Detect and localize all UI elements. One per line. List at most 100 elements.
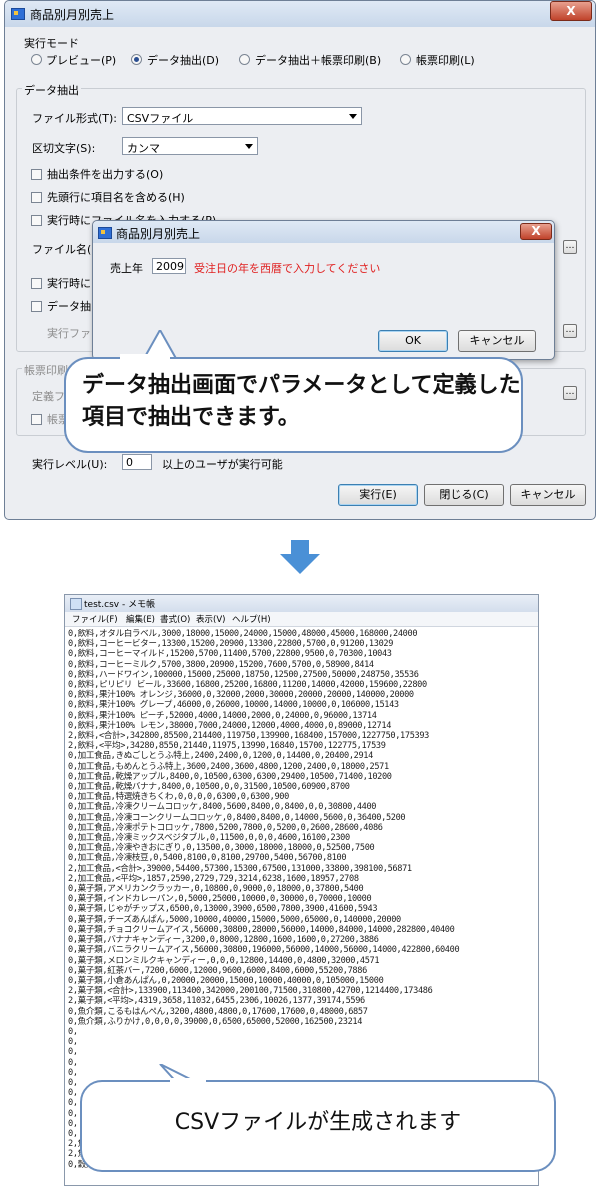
notepad-line: 0,菓子類,じゃがチップス,6500,0,13000,3900,6500,780… bbox=[68, 904, 378, 915]
run-time-checkbox[interactable] bbox=[31, 278, 42, 289]
notepad-line: 0,飲料,果汁100% オレンジ,36000,0,32000,2000,3000… bbox=[68, 690, 414, 701]
browse-run-file-button[interactable]: … bbox=[563, 324, 577, 338]
notepad-line: 2,菓子類,<合計>,133900,113400,342000,200100,7… bbox=[68, 986, 433, 997]
close-icon[interactable]: X bbox=[550, 1, 592, 21]
notepad-line: 0,菓子類,アメリカンクラッカー,0,10800,0,9000,0,18000,… bbox=[68, 884, 364, 895]
notepad-line: 0,飲料,果汁100% グレープ,46000,0,26000,10000,140… bbox=[68, 700, 399, 711]
callout-pointer-mask bbox=[120, 354, 170, 360]
file-format-select[interactable]: CSVファイル bbox=[122, 107, 362, 125]
notepad-line: 0,菓子類,インドカレーパン,0,5000,25000,10000,0,3000… bbox=[68, 894, 372, 905]
notepad-line: 0,飲料,オタル白ラベル,3000,18000,15000,24000,1500… bbox=[68, 629, 418, 639]
report-checkbox[interactable] bbox=[31, 414, 42, 425]
radio-print[interactable] bbox=[400, 54, 411, 65]
callout2-pointer-mask bbox=[170, 1078, 206, 1084]
run-time-label: 実行時に bbox=[47, 277, 91, 290]
notepad-line: 0,飲料,コーヒービター,13300,15200,20900,13300,228… bbox=[68, 639, 394, 650]
notepad-line: 0,加工食品,乾燥バナナ,8400,0,10500,0,0,31500,1050… bbox=[68, 782, 350, 793]
menu-file[interactable]: ファイル(F) bbox=[72, 613, 118, 625]
notepad-line: 0,飲料,ハードワイン,100000,15000,25000,18750,125… bbox=[68, 669, 419, 680]
callout2-text: CSVファイルが生成されます bbox=[174, 1110, 462, 1135]
include-header-checkbox[interactable] bbox=[31, 192, 42, 203]
notepad-line: 0, bbox=[68, 1067, 78, 1078]
notepad-line: 0,飲料,ピリピリ ビール,33600,16800,25200,16800,11… bbox=[68, 680, 427, 691]
radio-data-extract-label: データ抽出(D) bbox=[147, 54, 220, 67]
notepad-line: 0, bbox=[68, 1047, 78, 1058]
year-label: 売上年 bbox=[110, 262, 143, 275]
year-input[interactable]: 2009 bbox=[152, 258, 186, 274]
dialog-app-icon bbox=[98, 227, 112, 239]
output-conditions-checkbox[interactable] bbox=[31, 169, 42, 180]
dialog-ok-button[interactable]: OK bbox=[378, 330, 448, 352]
notepad-line: 0,魚介類,ふりかけ,0,0,0,0,39000,0,6500,65000,52… bbox=[68, 1016, 363, 1027]
radio-data-extract[interactable] bbox=[131, 54, 142, 65]
notepad-line: 2,加工食品,<合計>,39000,54400,57300,15300,6750… bbox=[68, 863, 412, 874]
arrow-down-icon bbox=[280, 540, 320, 574]
app-icon bbox=[11, 8, 25, 20]
notepad-line: 0,菓子類,小倉あんぱん,0,20000,20000,15000,10000,4… bbox=[68, 975, 384, 986]
dialog-cancel-button[interactable]: キャンセル bbox=[458, 330, 536, 352]
chevron-down-icon bbox=[245, 144, 253, 149]
notepad-line: 0,菓子類,チョコクリームアイス,56000,30800,28000,56000… bbox=[68, 924, 455, 935]
notepad-line: 0, bbox=[68, 1057, 78, 1068]
radio-extract-print-label: データ抽出＋帳票印刷(B) bbox=[255, 54, 382, 67]
input-filename-checkbox[interactable] bbox=[31, 215, 42, 226]
notepad-title: test.csv - メモ帳 bbox=[84, 600, 156, 610]
run-button[interactable]: 実行(E) bbox=[338, 484, 418, 506]
mode-group-label: 実行モード bbox=[24, 37, 79, 50]
year-value: 2009 bbox=[156, 260, 184, 273]
notepad-line: 0,加工食品,きぬごしとうふ特上,2400,2400,0,1200,0,1440… bbox=[68, 751, 373, 762]
close-button[interactable]: 閉じる(C) bbox=[424, 484, 504, 506]
notepad-line: 0, bbox=[68, 1026, 78, 1037]
notepad-line: 0, bbox=[68, 1037, 78, 1048]
menu-format[interactable]: 書式(O) bbox=[160, 613, 190, 625]
run-level-label: 実行レベル(U): bbox=[32, 458, 108, 471]
callout-text: データ抽出画面でパラメータとして定義した項目で抽出できます。 bbox=[82, 373, 521, 430]
radio-preview-label: プレビュー(P) bbox=[46, 54, 117, 67]
dialog-close-icon[interactable]: X bbox=[520, 223, 552, 240]
file-format-label: ファイル形式(T): bbox=[32, 112, 118, 125]
chevron-down-icon bbox=[349, 114, 357, 119]
print-group-label: 帳票印刷 bbox=[22, 362, 70, 378]
notepad-line: 0,菓子類,チーズあんぱん,5000,10000,40000,15000,500… bbox=[68, 914, 401, 925]
output-conditions-label: 抽出条件を出力する(O) bbox=[47, 168, 164, 181]
notepad-icon bbox=[70, 598, 82, 610]
radio-print-label: 帳票印刷(L) bbox=[416, 54, 475, 67]
notepad-line: 0,加工食品,特選焼きちくわ,0,0,0,0,6300,0,6300,900 bbox=[68, 792, 289, 803]
notepad-line: 0,飲料,果汁100% レモン,38000,7000,24000,12000,4… bbox=[68, 720, 392, 731]
definition-label: 定義フ bbox=[32, 390, 65, 403]
browse-def-button[interactable]: … bbox=[563, 386, 577, 400]
include-header-label: 先頭行に項目名を含める(H) bbox=[47, 191, 185, 204]
notepad-line: 0,菓子類,メロンミルクキャンディー,0,0,0,12800,14400,0,4… bbox=[68, 955, 380, 966]
notepad-line: 0,加工食品,冷凍枝豆,0,5400,8100,0,8100,29700,540… bbox=[68, 853, 347, 864]
notepad-line: 0,加工食品,乾燥アップル,8400,0,10500,6300,6300,294… bbox=[68, 771, 392, 782]
run-level-input[interactable]: 0 bbox=[122, 454, 152, 470]
menu-edit[interactable]: 編集(E) bbox=[126, 613, 155, 625]
notepad-line: 0,加工食品,もめんとうふ特上,3600,2400,3600,4800,1200… bbox=[68, 761, 389, 772]
dialog-title: 商品別月別売上 bbox=[116, 227, 201, 241]
notepad-line: 0,飲料,コーヒーミルク,5700,3800,20900,15200,7600,… bbox=[68, 659, 374, 670]
notepad-line: 0,加工食品,冷凍クリームコロッケ,8400,5600,8400,0,8400,… bbox=[68, 802, 377, 813]
notepad-line: 0,菓子類,紅茶バー,7200,6000,12000,9600,6000,840… bbox=[68, 965, 367, 976]
browse-file-button[interactable]: … bbox=[563, 240, 577, 254]
notepad-line: 2,菓子類,<平均>,4319,3658,11032,6455,2306,100… bbox=[68, 996, 365, 1007]
notepad-line: 2,飲料,<平均>,34280,8550,21440,11975,13990,1… bbox=[68, 741, 386, 752]
cancel-button[interactable]: キャンセル bbox=[510, 484, 586, 506]
notepad-line: 0,魚介類,こるもはんぺん,3200,4800,4800,0,17600,176… bbox=[68, 1006, 368, 1017]
run-level-value: 0 bbox=[126, 456, 133, 469]
notepad-line: 0,菓子類,バニラクリームアイス,56000,30800,196000,5600… bbox=[68, 945, 460, 956]
run-level-suffix: 以上のユーザが実行可能 bbox=[162, 458, 283, 471]
delimiter-select[interactable]: カンマ bbox=[122, 137, 258, 155]
notepad-line: 2,飲料,<合計>,342800,85500,214400,119750,139… bbox=[68, 731, 429, 742]
notepad-line: 0,飲料,コーヒーマイルド,15200,5700,11400,5700,2280… bbox=[68, 649, 392, 660]
notepad-line: 0,加工食品,冷凍ミックスベジタブル,0,11500,0,0,0,4600,16… bbox=[68, 833, 350, 844]
notepad-line: 2,加工食品,<平均>,1857,2590,2729,729,3214,6238… bbox=[68, 873, 359, 884]
radio-preview[interactable] bbox=[31, 54, 42, 65]
menu-view[interactable]: 表示(V) bbox=[196, 613, 225, 625]
radio-extract-print[interactable] bbox=[239, 54, 250, 65]
data-extract-run-checkbox[interactable] bbox=[31, 301, 42, 312]
delimiter-value: カンマ bbox=[127, 142, 160, 155]
menu-help[interactable]: ヘルプ(H) bbox=[232, 613, 271, 625]
notepad-line: 0,飲料,果汁100% ピーチ,52000,4000,14000,2000,0,… bbox=[68, 710, 377, 721]
notepad-line: 0,加工食品,冷凍やきおにぎり,0,13500,0,3000,18000,180… bbox=[68, 843, 375, 854]
notepad-line: 0,加工食品,冷凍コーンクリームコロッケ,0,8400,8400,0,14000… bbox=[68, 812, 406, 823]
